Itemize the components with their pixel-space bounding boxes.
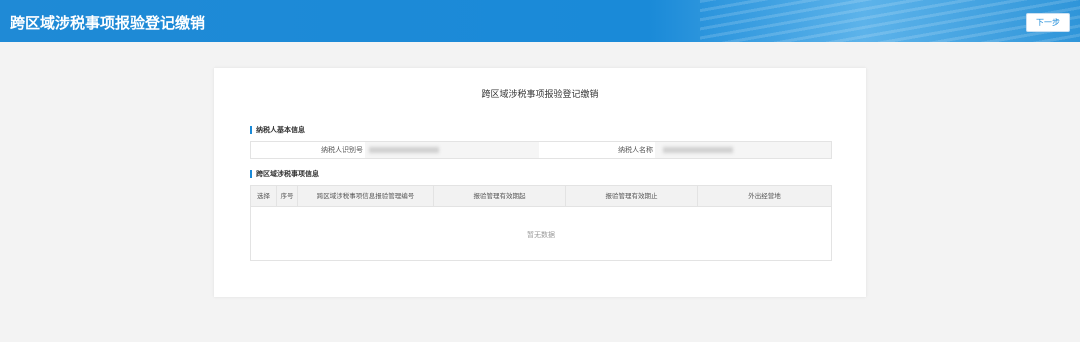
main-panel: 跨区域涉税事项报验登记缴销 纳税人基本信息 纳税人识别号 纳税人名称 跨区域涉税… [214, 68, 866, 297]
next-step-button[interactable]: 下一步 [1026, 13, 1070, 32]
section-matters-title: 跨区域涉税事项信息 [250, 170, 319, 178]
column-header-business-location: 外出经营地 [748, 192, 781, 200]
table-header: 选择 序号 跨区域涉税事项信息报验管理编号 报验管理有效期起 报验管理有效期止 … [251, 186, 831, 207]
taxpayer-info-row: 纳税人识别号 纳税人名称 [250, 141, 832, 159]
column-header-select: 选择 [251, 186, 277, 206]
column-header-valid-to: 报验管理有效期止 [566, 186, 698, 206]
taxpayer-id-redacted [369, 147, 439, 153]
header-decoration [700, 0, 1080, 42]
taxpayer-id-label: 纳税人识别号 [321, 146, 363, 154]
column-header-index: 序号 [277, 186, 298, 206]
panel-title: 跨区域涉税事项报验登记缴销 [481, 90, 599, 100]
column-header-registration-number: 跨区域涉税事项信息报验管理编号 [298, 186, 434, 206]
taxpayer-name-field [655, 142, 831, 158]
section-basic-info-title: 纳税人基本信息 [250, 126, 305, 134]
empty-state-text: 暂无数据 [527, 231, 555, 239]
page-title: 跨区域涉税事项报验登记缴销 [10, 14, 206, 32]
taxpayer-name-redacted [663, 147, 733, 153]
matters-table: 选择 序号 跨区域涉税事项信息报验管理编号 报验管理有效期起 报验管理有效期止 … [250, 185, 832, 261]
taxpayer-id-field [365, 142, 539, 158]
top-header: 跨区域涉税事项报验登记缴销 下一步 [0, 0, 1080, 42]
column-header-valid-from: 报验管理有效期起 [434, 186, 566, 206]
taxpayer-name-label: 纳税人名称 [618, 146, 653, 154]
